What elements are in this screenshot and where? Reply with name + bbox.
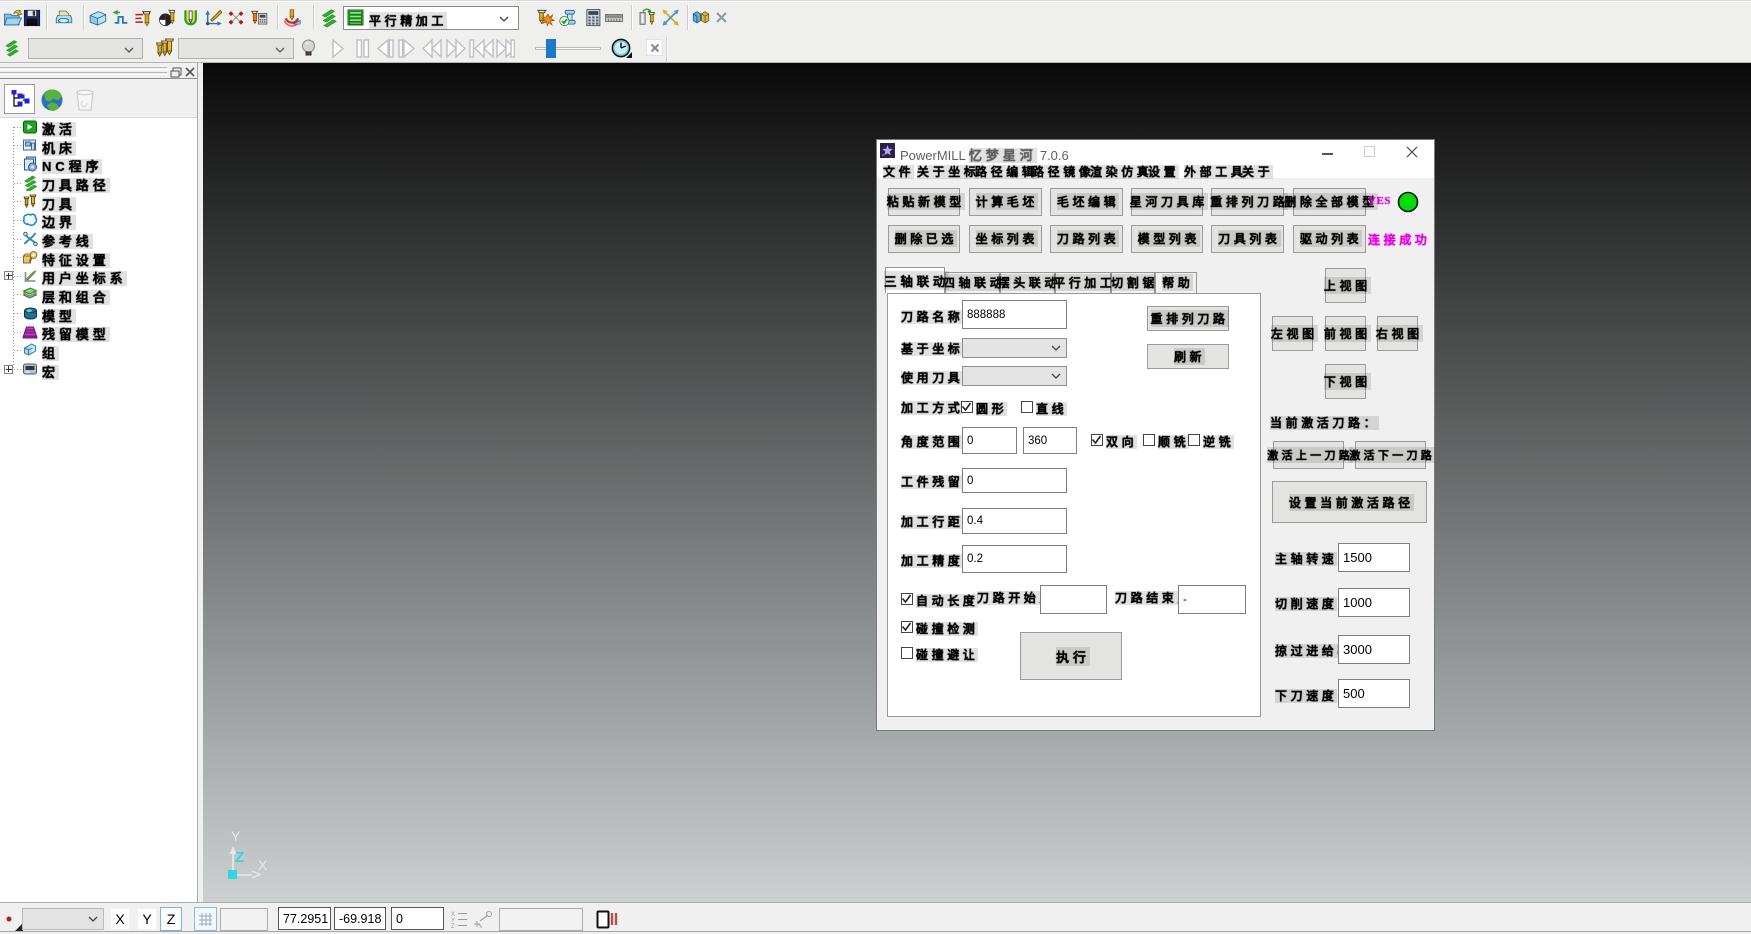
svg-text:Z: Z	[451, 924, 455, 928]
svg-text:Z: Z	[235, 849, 244, 866]
svg-text:X: X	[258, 857, 268, 873]
svg-text:Y: Y	[231, 828, 241, 844]
